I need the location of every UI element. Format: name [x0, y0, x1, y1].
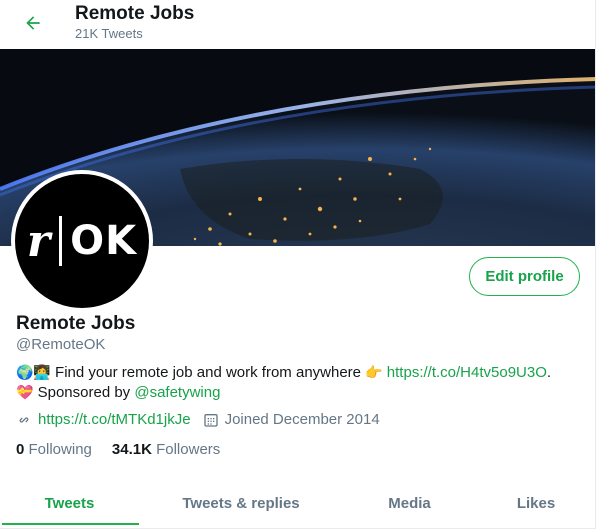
- top-bar: Remote Jobs 21K Tweets: [0, 0, 600, 48]
- tab-tweets-and-replies[interactable]: Tweets & replies: [139, 478, 343, 528]
- mention-link[interactable]: @safetywing: [134, 384, 220, 401]
- profile-handle: @RemoteOK: [16, 336, 106, 353]
- profile-bio: 🌍👩‍💻 Find your remote job and work from …: [16, 364, 552, 401]
- link-icon: [19, 416, 29, 423]
- calendar-icon: [203, 413, 218, 427]
- followers-label: Followers: [156, 441, 221, 458]
- globe-emoji: 🌍👩‍💻: [16, 365, 51, 381]
- tab-media[interactable]: Media: [343, 478, 476, 528]
- followers-link[interactable]: 34.1K Followers: [112, 441, 220, 458]
- website-link[interactable]: https://t.co/tMTKd1jkJe: [38, 411, 191, 428]
- profile-meta: https://t.co/tMTKd1jkJe Joined December …: [16, 411, 392, 428]
- pointing-hand-emoji: 👉: [365, 365, 383, 381]
- tab-tweets[interactable]: Tweets: [0, 478, 139, 528]
- profile-name: Remote Jobs: [16, 313, 136, 334]
- website-item: https://t.co/tMTKd1jkJe: [16, 411, 191, 428]
- tweet-count: 21K Tweets: [75, 26, 143, 41]
- following-label: Following: [28, 441, 92, 458]
- followers-count: 34.1K: [111, 441, 152, 458]
- follow-stats: 0 Following 34.1K Followers: [16, 441, 240, 458]
- avatar-logo: r OK: [26, 215, 138, 267]
- arrow-left-icon: [26, 16, 40, 30]
- following-count: 0: [16, 441, 25, 458]
- back-button[interactable]: [16, 8, 50, 38]
- bio-link[interactable]: https://t.co/H4tv5o9U3O: [387, 364, 547, 381]
- joined-item: Joined December 2014: [203, 411, 380, 428]
- edit-profile-button[interactable]: Edit profile: [469, 257, 580, 296]
- joined-date: Joined December 2014: [224, 411, 380, 428]
- profile-page: Remote Jobs 21K Tweets r OK Edit profile…: [0, 0, 600, 529]
- following-link[interactable]: 0 Following: [16, 441, 92, 458]
- profile-avatar[interactable]: r OK: [11, 170, 153, 312]
- gift-heart-emoji: 💝: [16, 385, 34, 401]
- tab-likes[interactable]: Likes: [476, 478, 596, 528]
- column-border: [595, 0, 596, 529]
- header-title: Remote Jobs: [75, 3, 195, 24]
- profile-tabs: Tweets Tweets & replies Media Likes: [0, 478, 596, 529]
